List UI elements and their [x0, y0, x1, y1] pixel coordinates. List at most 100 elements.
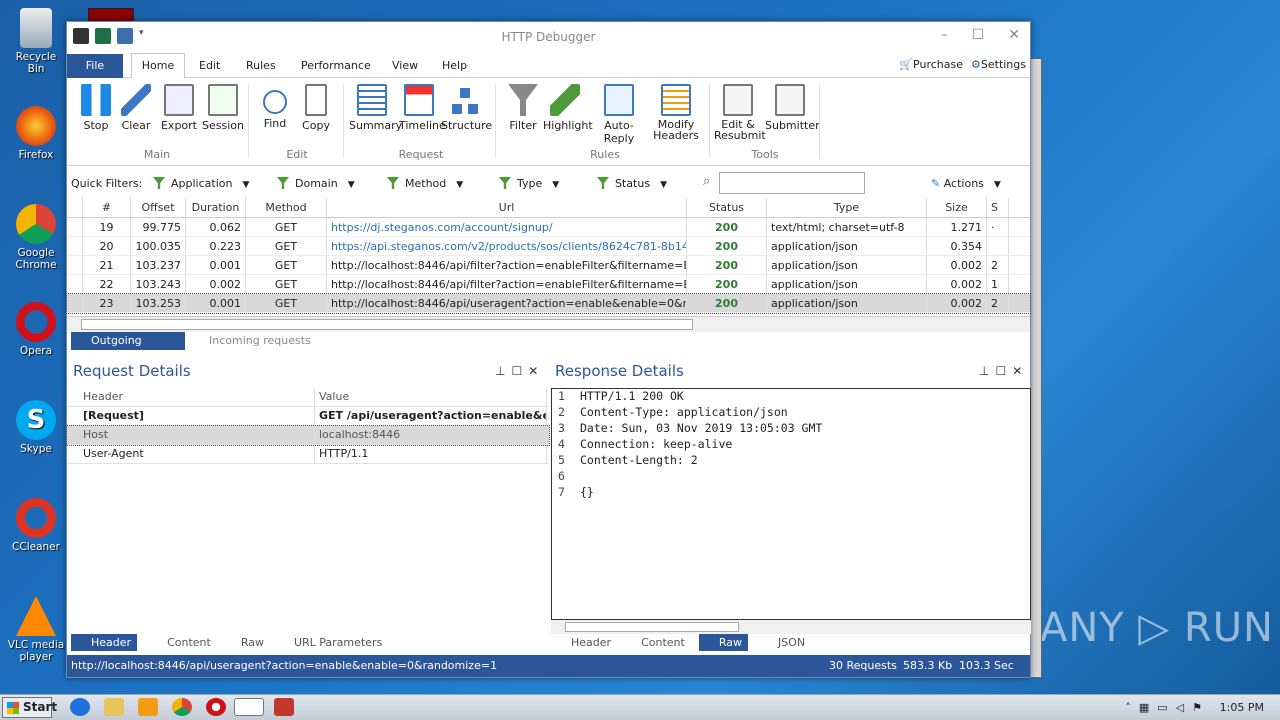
column-header-offset[interactable]: Offset	[131, 198, 186, 217]
clock[interactable]: 1:05 PM	[1220, 701, 1264, 714]
desktop-icon-opera[interactable]: Opera	[6, 302, 66, 357]
close-icon[interactable]: ✕	[1008, 27, 1020, 43]
internet-explorer-icon[interactable]	[70, 698, 90, 716]
grid-horizontal-scrollbar[interactable]	[67, 316, 1030, 332]
filter-status[interactable]: Status ▼	[597, 177, 667, 190]
modify-headers-button[interactable]: Modify Headers	[647, 84, 705, 142]
response-horizontal-scrollbar[interactable]	[551, 620, 1031, 634]
network-icon[interactable]: ▦	[1139, 701, 1157, 714]
status-total-size: 583.3 Kb	[903, 659, 953, 672]
tab-header[interactable]: Header	[71, 634, 138, 651]
table-row[interactable]: 21 103.237 0.001 GET http://localhost:84…	[67, 256, 1030, 275]
filter-application[interactable]: Application ▼	[153, 177, 249, 190]
scrollbar-thumb[interactable]	[565, 622, 739, 632]
menu-home[interactable]: Home	[131, 53, 185, 79]
close-icon[interactable]: ✕	[1012, 364, 1028, 378]
actions-button[interactable]: ✎ Actions ▼	[931, 177, 1001, 190]
request-details-title: Request Details	[73, 362, 191, 380]
desktop-icon-chrome[interactable]: Google Chrome	[6, 204, 66, 271]
filter-method[interactable]: Method ▼	[387, 177, 463, 190]
maximize-icon[interactable]: ☐	[511, 364, 528, 378]
filter-type[interactable]: Type ▼	[499, 177, 559, 190]
tab-content[interactable]: Content	[625, 634, 685, 651]
table-row[interactable]: [Request] GET /api/useragent?action=enab…	[67, 407, 549, 426]
tab-outgoing-requests[interactable]: Outgoing requests	[71, 332, 185, 365]
opera-taskbar-icon[interactable]	[206, 698, 226, 716]
raw-response-editor[interactable]: 1 HTTP/1.1 200 OK 2 Content-Type: applicat…	[551, 388, 1031, 620]
tab-header[interactable]: Header	[555, 634, 611, 651]
menu-performance[interactable]: Performance	[301, 59, 371, 72]
tray-chevron-icon[interactable]: ˄	[1125, 701, 1139, 714]
column-header-method[interactable]: Method	[246, 198, 327, 217]
maximize-icon[interactable]: ☐	[972, 27, 985, 43]
session-button[interactable]: Session	[201, 84, 245, 132]
table-row-selected[interactable]: 23 103.253 0.001 GET http://localhost:84…	[66, 293, 1031, 314]
find-button[interactable]: Find	[257, 84, 293, 130]
pin-icon[interactable]: ⊥	[495, 364, 511, 378]
column-header-s[interactable]: S	[987, 198, 1009, 217]
column-header-number[interactable]: #	[83, 198, 131, 217]
security-app-icon[interactable]	[274, 698, 294, 716]
column-header-size[interactable]: Size	[927, 198, 987, 217]
submitter-button[interactable]: Submitter	[765, 84, 820, 132]
line-number: 4	[558, 437, 565, 451]
purchase-button[interactable]: 🛒Purchase	[899, 58, 963, 71]
column-header-status[interactable]: Status	[687, 198, 767, 217]
monitor-icon[interactable]: ▭	[1157, 701, 1175, 714]
export-button[interactable]: Export	[159, 84, 199, 132]
file-explorer-icon[interactable]	[104, 698, 124, 716]
desktop-icon-firefox[interactable]: Firefox	[6, 106, 66, 161]
close-icon[interactable]: ✕	[528, 364, 544, 378]
search-input[interactable]	[719, 172, 865, 194]
tab-json[interactable]: JSON	[762, 634, 805, 651]
desktop-icon-skype[interactable]: S Skype	[6, 400, 66, 455]
minimize-icon[interactable]: –	[941, 27, 948, 43]
pin-icon[interactable]: ⊥	[979, 364, 995, 378]
copy-button[interactable]: Copy	[299, 84, 333, 132]
menu-file[interactable]: File	[67, 54, 123, 78]
menu-edit[interactable]: Edit	[199, 59, 220, 72]
scrollbar-thumb[interactable]	[81, 319, 693, 330]
filter-domain[interactable]: Domain ▼	[277, 177, 355, 190]
start-button[interactable]: Start	[2, 697, 57, 718]
table-row[interactable]: User-Agent HTTP/1.1	[67, 445, 549, 464]
filter-icon	[597, 177, 609, 189]
clear-button[interactable]: Clear	[119, 84, 153, 132]
tab-raw[interactable]: Raw	[698, 634, 748, 651]
edit-resubmit-button[interactable]: Edit & Resubmit	[713, 84, 766, 142]
volume-icon[interactable]: ◁	[1176, 701, 1192, 714]
maximize-icon[interactable]: ☐	[995, 364, 1012, 378]
cell-url: https://api.steganos.com/v2/products/sos…	[327, 237, 687, 255]
auto-reply-button[interactable]: Auto-Reply	[591, 84, 647, 145]
settings-button[interactable]: ⚙Settings	[971, 58, 1026, 71]
flag-icon[interactable]: ⚑	[1192, 701, 1210, 714]
highlight-button[interactable]: Highlight	[543, 84, 593, 132]
column-header-url[interactable]: Url	[327, 198, 687, 217]
table-row[interactable]: 20 100.035 0.223 GET https://api.stegano…	[67, 237, 1030, 256]
column-header-type[interactable]: Type	[767, 198, 927, 217]
summary-button[interactable]: Summary	[349, 84, 402, 132]
column-header-duration[interactable]: Duration	[186, 198, 246, 217]
cell-status: 200	[687, 275, 767, 293]
desktop-icon-recycle-bin[interactable]: Recycle Bin	[6, 8, 66, 75]
tab-incoming-requests[interactable]: Incoming requests	[193, 332, 311, 350]
tab-content[interactable]: Content	[151, 634, 211, 651]
menu-rules[interactable]: Rules	[246, 59, 276, 72]
desktop-icon-vlc[interactable]: VLC media player	[6, 596, 66, 663]
desktop-icon-ccleaner[interactable]: CCleaner	[6, 498, 66, 553]
tab-raw[interactable]: Raw	[225, 634, 264, 651]
media-player-icon[interactable]	[138, 698, 158, 716]
filter-button[interactable]: Filter	[505, 84, 541, 132]
tab-url-parameters[interactable]: URL Parameters	[278, 634, 382, 651]
timeline-button[interactable]: Timeline	[399, 84, 446, 132]
windows-logo-icon	[7, 702, 19, 714]
chrome-taskbar-icon[interactable]	[172, 698, 192, 716]
table-row-selected[interactable]: Host localhost:8446	[66, 425, 550, 446]
table-row[interactable]: 22 103.243 0.002 GET http://localhost:84…	[67, 275, 1030, 294]
table-row[interactable]: 19 99.775 0.062 GET https://dj.steganos.…	[67, 218, 1030, 237]
stop-button[interactable]: Stop	[79, 84, 113, 132]
structure-button[interactable]: Structure	[441, 84, 492, 132]
http-debugger-taskbar-icon[interactable]	[234, 698, 264, 716]
menu-view[interactable]: View	[392, 59, 418, 72]
menu-help[interactable]: Help	[442, 59, 467, 72]
